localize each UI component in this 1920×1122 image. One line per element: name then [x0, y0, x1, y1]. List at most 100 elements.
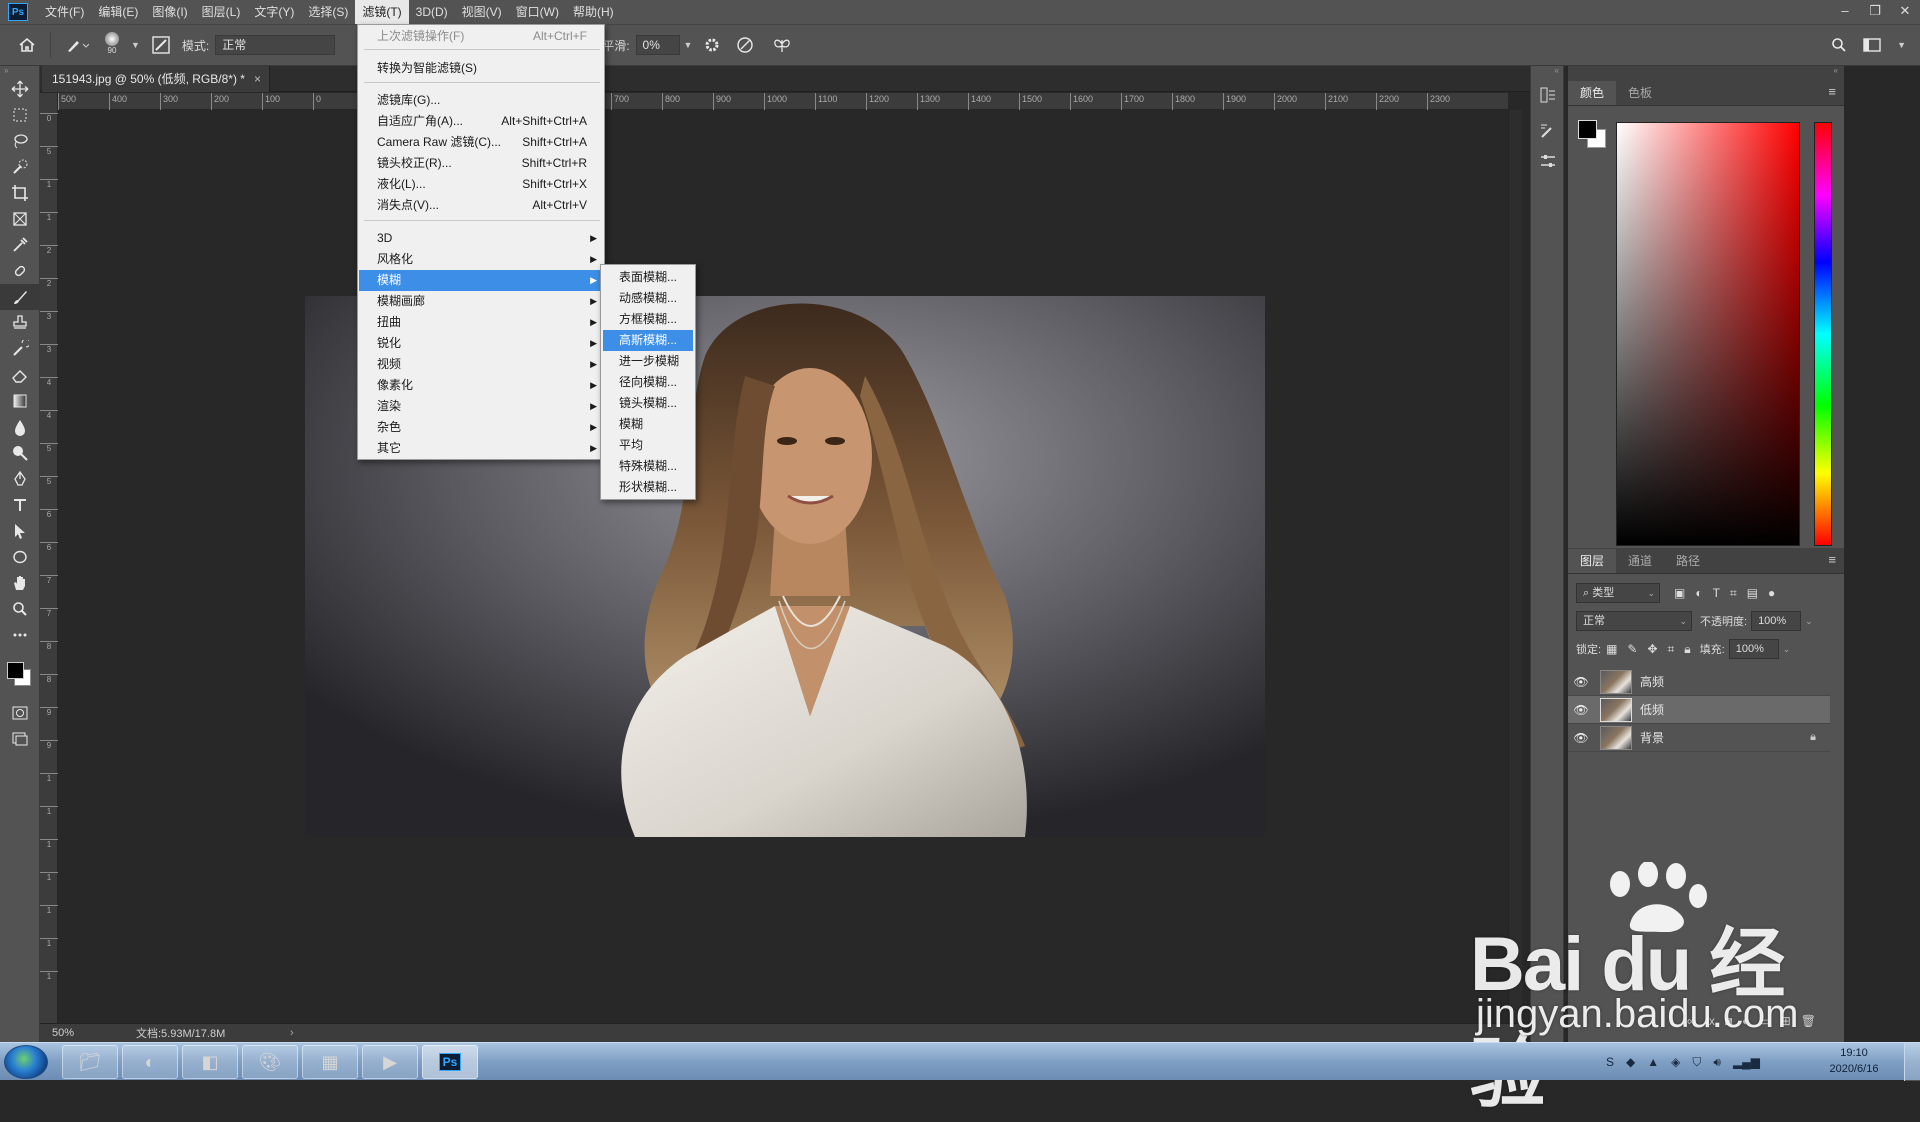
close-button[interactable]: ✕ — [1890, 0, 1920, 24]
file-explorer-icon[interactable]: 📁︎ — [62, 1045, 118, 1079]
hand-tool-icon[interactable] — [0, 570, 40, 596]
opacity-input[interactable]: 100% — [1751, 611, 1802, 631]
blend-mode-select[interactable]: 正常 ⌄ — [1576, 611, 1692, 631]
pressure-opacity-icon[interactable] — [736, 36, 756, 54]
menu-view[interactable]: 视图(V) — [455, 0, 509, 24]
menu-help[interactable]: 帮助(H) — [566, 0, 621, 24]
brush-size-picker[interactable]: 90 — [101, 30, 123, 60]
hue-slider[interactable] — [1814, 122, 1832, 546]
document-tab[interactable]: 151943.jpg @ 50% (低频, RGB/8*) * × — [42, 66, 270, 92]
menu-file[interactable]: 文件(F) — [38, 0, 91, 24]
gear-icon[interactable] — [704, 37, 720, 53]
menu-edit[interactable]: 编辑(E) — [91, 0, 145, 24]
menu-item-other[interactable]: 其它 ▶ — [359, 438, 603, 459]
menu-item-filter-gallery[interactable]: 滤镜库(G)... — [359, 90, 603, 111]
visibility-eye-icon[interactable]: 👁︎ — [1568, 731, 1594, 745]
smoothing-input[interactable]: 0% — [635, 35, 680, 55]
menu-item-render[interactable]: 渲染 ▶ — [359, 396, 603, 417]
fill-input[interactable]: 100% — [1728, 639, 1779, 659]
menu-3d[interactable]: 3D(D) — [409, 0, 455, 24]
brush-settings-icon[interactable] — [152, 36, 170, 54]
adjustments-panel-icon[interactable] — [1531, 146, 1565, 176]
start-button[interactable] — [4, 1045, 48, 1079]
brush-tool-icon[interactable] — [0, 284, 40, 310]
input-method-icon[interactable]: S — [1606, 1055, 1614, 1069]
mode-dropdown[interactable]: 正常 — [215, 35, 336, 55]
filter-toggle-icon[interactable]: ● — [1768, 586, 1775, 600]
quick-mask-icon[interactable] — [0, 700, 40, 726]
layer-filter-kind-select[interactable]: ⌕ 类型 ⌄ — [1576, 583, 1660, 603]
brush-settings-panel-icon[interactable] — [1531, 116, 1565, 146]
submenu-item-motion-blur[interactable]: 动感模糊... — [603, 288, 693, 309]
paint-icon[interactable]: 🎨︎ — [242, 1045, 298, 1079]
zoom-tool-icon[interactable] — [0, 596, 40, 622]
panel-menu-icon[interactable]: ≡ — [1828, 84, 1836, 99]
chevron-down-icon[interactable]: ▼ — [1897, 40, 1906, 50]
panel-menu-icon[interactable]: ≡ — [1828, 552, 1836, 567]
clone-stamp-tool-icon[interactable] — [0, 310, 40, 336]
move-tool-icon[interactable] — [0, 76, 40, 102]
menu-item-stylize[interactable]: 风格化 ▶ — [359, 249, 603, 270]
submenu-item-smart-blur[interactable]: 特殊模糊... — [603, 456, 693, 477]
history-brush-tool-icon[interactable] — [0, 336, 40, 362]
pixel-filter-icon[interactable]: ▣ — [1674, 586, 1685, 600]
eyedropper-tool-icon[interactable] — [0, 232, 40, 258]
minimize-button[interactable]: – — [1830, 0, 1860, 24]
visibility-eye-icon[interactable]: 👁︎ — [1568, 675, 1594, 689]
signal-icon[interactable]: ▂▄▆ — [1733, 1055, 1760, 1069]
tab-color[interactable]: 颜色 — [1568, 81, 1617, 105]
ellipse-tool-icon[interactable] — [0, 544, 40, 570]
foreground-color-swatch[interactable] — [1578, 120, 1597, 139]
search-icon[interactable] — [1831, 37, 1847, 53]
tray-app-icon[interactable]: ▲ — [1647, 1055, 1659, 1069]
crop-tool-icon[interactable] — [0, 180, 40, 206]
menu-select[interactable]: 选择(S) — [301, 0, 355, 24]
tab-layers[interactable]: 图层 — [1568, 549, 1617, 573]
canvas-area[interactable] — [58, 110, 1508, 1023]
visibility-eye-icon[interactable]: 👁︎ — [1568, 703, 1594, 717]
panel-grip-icon[interactable]: « — [1568, 66, 1844, 80]
menu-item-last-filter[interactable]: 上次滤镜操作(F) Alt+Ctrl+F — [359, 26, 603, 47]
photoshop-taskbar-icon[interactable]: Ps — [422, 1045, 478, 1079]
type-tool-icon[interactable] — [0, 492, 40, 518]
submenu-item-radial-blur[interactable]: 径向模糊... — [603, 372, 693, 393]
volume-icon[interactable]: 🔊︎ — [1713, 1055, 1721, 1070]
submenu-item-shape-blur[interactable]: 形状模糊... — [603, 477, 693, 498]
menu-layer[interactable]: 图层(L) — [195, 0, 248, 24]
submenu-item-average[interactable]: 平均 — [603, 435, 693, 456]
menu-item-blur[interactable]: 模糊 ▶ — [359, 270, 603, 291]
home-icon[interactable] — [18, 37, 36, 53]
adjustment-filter-icon[interactable]: ◐ — [1695, 586, 1702, 600]
menu-item-video[interactable]: 视频 ▶ — [359, 354, 603, 375]
zoom-level[interactable]: 50% — [40, 1027, 110, 1039]
workspace-icon[interactable] — [1863, 38, 1881, 52]
status-menu-arrow-icon[interactable]: › — [290, 1027, 294, 1039]
layer-row-selected[interactable]: 👁︎ 低频 — [1568, 696, 1830, 724]
frame-tool-icon[interactable] — [0, 206, 40, 232]
menu-item-distort[interactable]: 扭曲 ▶ — [359, 312, 603, 333]
submenu-item-box-blur[interactable]: 方框模糊... — [603, 309, 693, 330]
color-saturation-field[interactable] — [1616, 122, 1800, 546]
chevron-down-icon[interactable]: ⌄ — [1805, 616, 1813, 627]
submenu-item-blur[interactable]: 模糊 — [603, 414, 693, 435]
tab-swatches[interactable]: 色板 — [1616, 81, 1664, 105]
menu-item-noise[interactable]: 杂色 ▶ — [359, 417, 603, 438]
menu-item-vanishing-point[interactable]: 消失点(V)... Alt+Ctrl+V — [359, 195, 603, 216]
pen-tool-icon[interactable] — [0, 466, 40, 492]
type-filter-icon[interactable]: T — [1713, 586, 1720, 600]
submenu-item-blur-more[interactable]: 进一步模糊 — [603, 351, 693, 372]
menu-type[interactable]: 文字(Y) — [247, 0, 301, 24]
menu-item-3d[interactable]: 3D ▶ — [359, 228, 603, 249]
tab-channels[interactable]: 通道 — [1616, 549, 1664, 573]
chevron-down-icon[interactable]: ▼ — [131, 40, 140, 50]
restore-button[interactable]: ❐ — [1860, 0, 1890, 24]
lock-all-icon[interactable]: 🔒︎ — [1684, 642, 1690, 657]
panel-grip-icon[interactable]: « — [1531, 66, 1563, 80]
brush-tool-preset-icon[interactable] — [65, 37, 89, 53]
network-icon[interactable]: ◈ — [1671, 1055, 1680, 1069]
menu-item-camera-raw[interactable]: Camera Raw 滤镜(C)... Shift+Ctrl+A — [359, 132, 603, 153]
menu-window[interactable]: 窗口(W) — [509, 0, 566, 24]
lock-image-pixels-icon[interactable]: ✎ — [1627, 642, 1637, 656]
shield-icon[interactable]: ⛉ — [1692, 1055, 1701, 1070]
panel-grip-icon[interactable]: » — [0, 66, 39, 76]
